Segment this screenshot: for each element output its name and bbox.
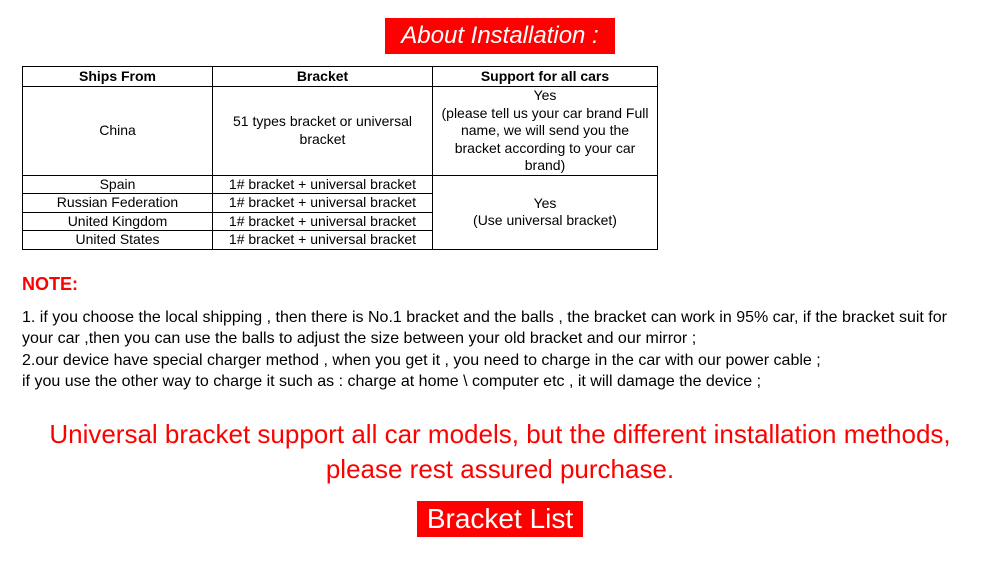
note-body: 1. if you choose the local shipping , th… xyxy=(22,307,978,393)
header-support: Support for all cars xyxy=(433,67,658,87)
shipping-table: Ships From Bracket Support for all cars … xyxy=(22,66,658,250)
bracket-list-banner: Bracket List xyxy=(417,501,583,537)
cell-bracket: 1# bracket + universal bracket xyxy=(213,175,433,194)
bottom-banner-wrap: Bracket List xyxy=(0,501,1000,537)
note-block: NOTE: 1. if you choose the local shippin… xyxy=(22,274,978,393)
table-row: Spain 1# bracket + universal bracket Yes… xyxy=(23,175,658,194)
note-heading: NOTE: xyxy=(22,274,978,295)
cell-ships: United States xyxy=(23,231,213,250)
cell-ships-china: China xyxy=(23,87,213,176)
cell-ships: Russian Federation xyxy=(23,194,213,213)
cell-support-china: Yes (please tell us your car brand Full … xyxy=(433,87,658,176)
cell-support-merged: Yes (Use universal bracket) xyxy=(433,175,658,249)
cell-ships: United Kingdom xyxy=(23,212,213,231)
shipping-table-wrap: Ships From Bracket Support for all cars … xyxy=(22,66,1000,250)
cell-ships: Spain xyxy=(23,175,213,194)
table-header-row: Ships From Bracket Support for all cars xyxy=(23,67,658,87)
table-row-china: China 51 types bracket or universal brac… xyxy=(23,87,658,176)
header-bracket: Bracket xyxy=(213,67,433,87)
cell-bracket: 1# bracket + universal bracket xyxy=(213,212,433,231)
about-installation-banner: About Installation : xyxy=(385,18,614,54)
cell-bracket: 1# bracket + universal bracket xyxy=(213,231,433,250)
assurance-text: Universal bracket support all car models… xyxy=(0,417,1000,487)
top-banner-wrap: About Installation : xyxy=(0,18,1000,54)
cell-bracket-china: 51 types bracket or universal bracket xyxy=(213,87,433,176)
header-ships-from: Ships From xyxy=(23,67,213,87)
cell-bracket: 1# bracket + universal bracket xyxy=(213,194,433,213)
